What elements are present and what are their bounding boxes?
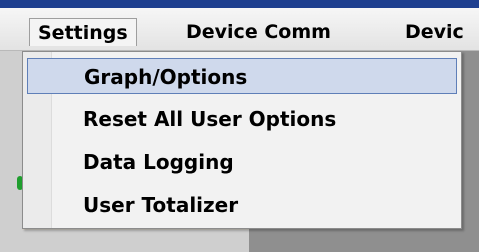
menu-item-data-logging[interactable]: Data Logging <box>27 144 457 180</box>
menu-item-user-totalizer[interactable]: User Totalizer <box>27 187 457 223</box>
menu-item-reset-all-user-options[interactable]: Reset All User Options <box>27 101 457 137</box>
lower-panel <box>22 230 249 252</box>
menu-settings[interactable]: Settings <box>29 18 137 46</box>
left-panel <box>0 51 23 252</box>
menu-item-graph-options[interactable]: Graph/Options <box>27 58 457 94</box>
menu-bar: Settings Device Comm Devic <box>0 8 479 51</box>
settings-dropdown-menu: Graph/Options Reset All User Options Dat… <box>22 51 462 229</box>
menu-device[interactable]: Devic <box>397 18 472 46</box>
window-title-strip <box>0 0 479 8</box>
menu-device-comm[interactable]: Device Comm <box>178 18 339 46</box>
